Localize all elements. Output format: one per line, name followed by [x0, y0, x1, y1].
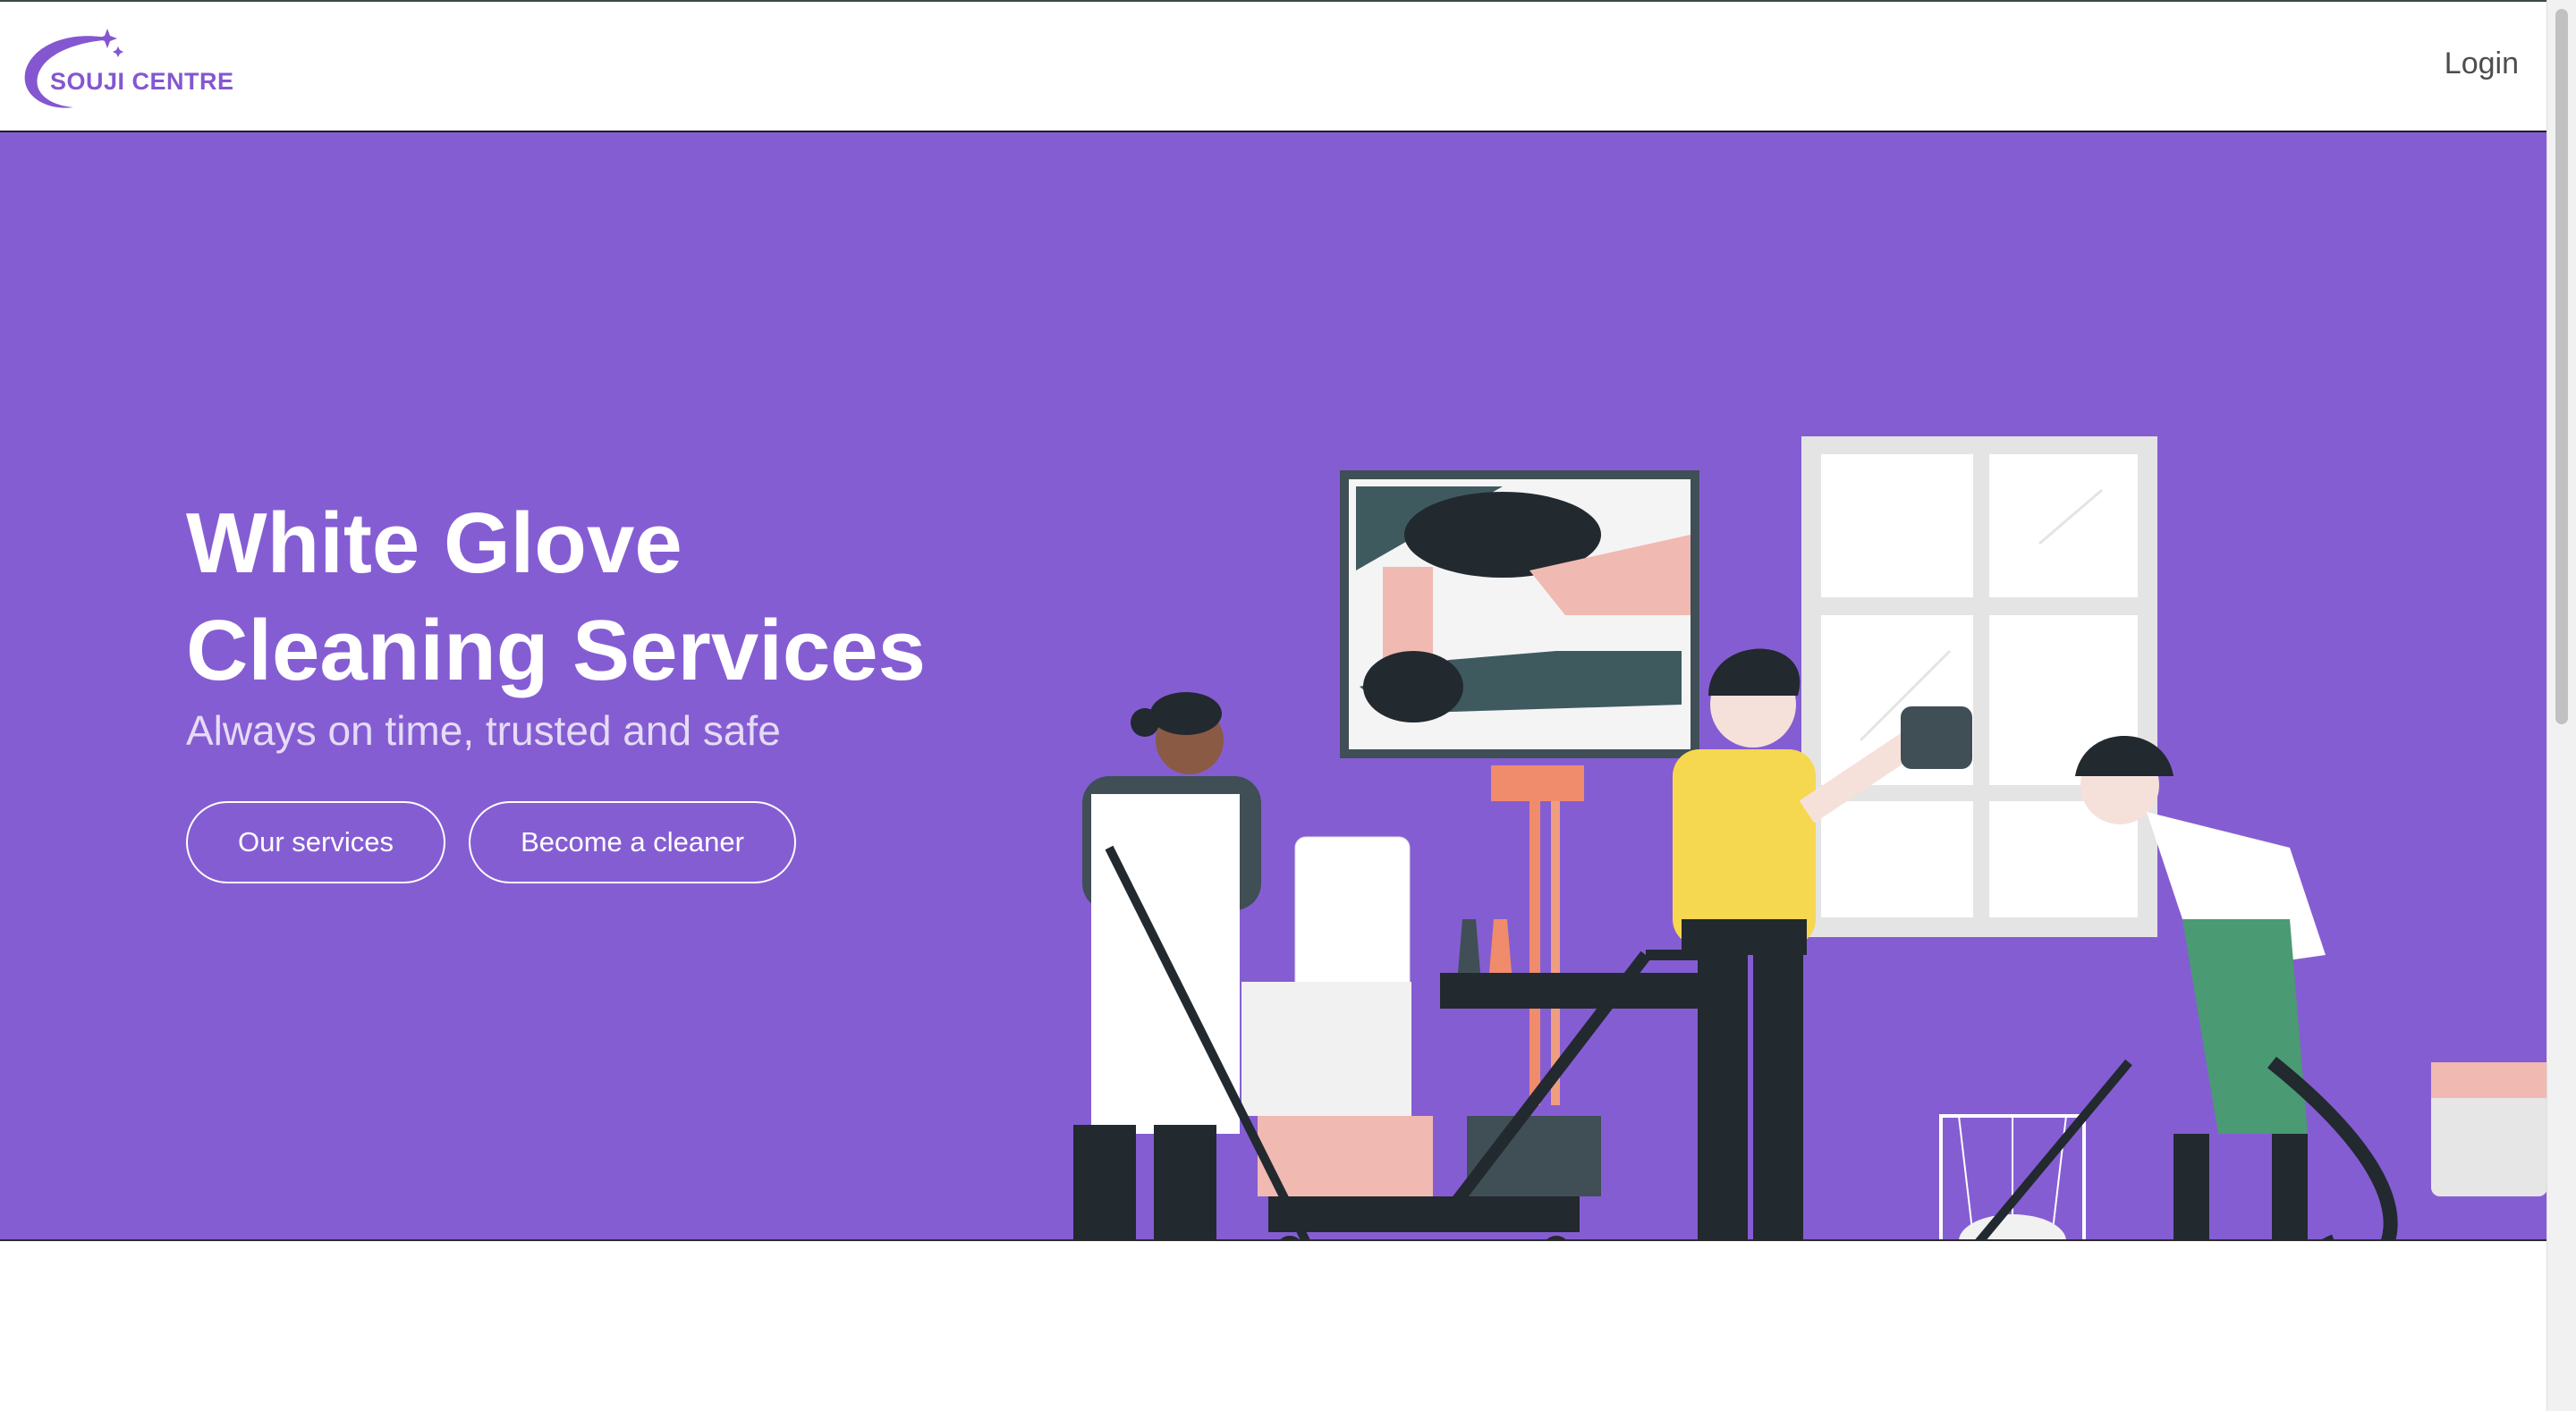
cleaning-cart [1241, 836, 1735, 1239]
hero-title-line-2: Cleaning Services [186, 603, 927, 698]
scrollbar-thumb[interactable] [2555, 9, 2568, 724]
window [1801, 436, 2157, 937]
navbar: SOUJI CENTRE Login [0, 2, 2547, 132]
logo-link[interactable]: SOUJI CENTRE [18, 23, 233, 116]
wall-painting [1340, 470, 1699, 758]
vertical-scrollbar[interactable] [2546, 0, 2576, 1411]
hero-section: White Glove Cleaning Services Always on … [0, 132, 2547, 1241]
cleaning-team-illustration [1073, 436, 2547, 1239]
hero-title: White Glove Cleaning Services [186, 490, 973, 705]
become-cleaner-button[interactable]: Become a cleaner [469, 801, 796, 883]
our-services-button[interactable]: Our services [186, 801, 445, 883]
logo-text: SOUJI CENTRE [50, 68, 234, 95]
login-link[interactable]: Login [2445, 46, 2519, 81]
hero-subtitle: Always on time, trusted and safe [186, 707, 781, 754]
hero-title-line-1: White Glove [186, 495, 682, 591]
